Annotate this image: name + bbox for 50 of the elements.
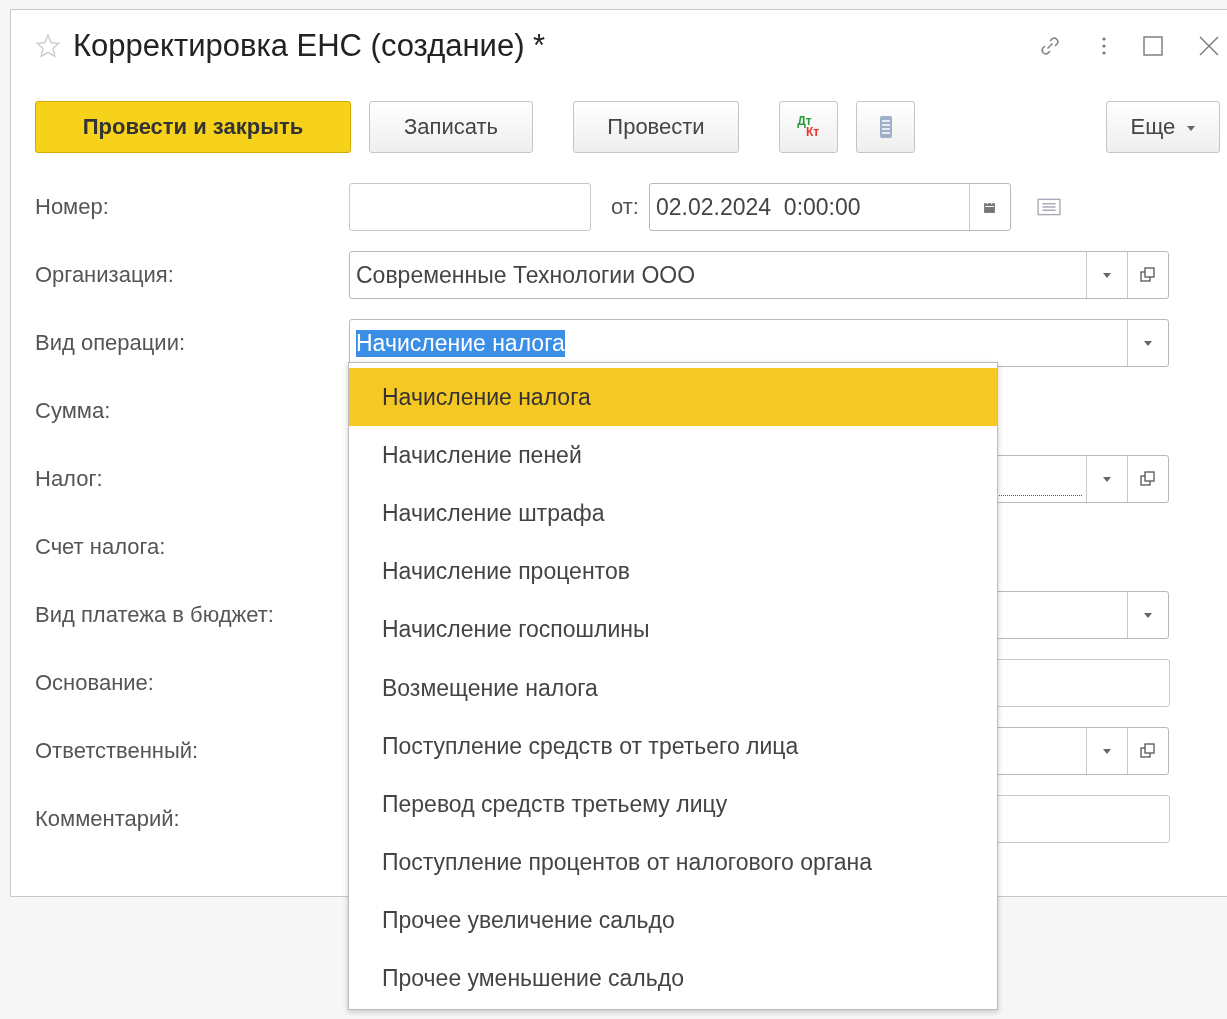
dropdown-option[interactable]: Начисление процентов <box>349 542 997 601</box>
field-label: Сумма: <box>35 398 112 424</box>
toolbar-button[interactable]: Провести <box>573 101 739 153</box>
open-icon <box>1140 471 1156 487</box>
open-icon <box>1140 743 1156 759</box>
more-button[interactable]: Еще <box>1106 101 1220 153</box>
window-title: Корректировка ЕНС (создание) * <box>73 28 546 64</box>
caret-icon <box>1144 340 1152 346</box>
toolbar-button[interactable]: Записать <box>369 101 533 153</box>
field-label: Комментарий: <box>35 806 181 832</box>
caret-icon <box>1103 272 1111 278</box>
report-button[interactable] <box>856 101 915 153</box>
number-field[interactable] <box>349 183 591 231</box>
field-value: Начисление налога <box>356 329 565 357</box>
field-label: Вид платежа в бюджет: <box>35 602 275 628</box>
dropdown-option[interactable]: Начисление госпошлины <box>349 600 997 659</box>
caret-icon <box>1187 125 1196 131</box>
dropdown-option[interactable]: Прочее уменьшение сальдо <box>349 949 997 1009</box>
calendar-icon <box>983 200 997 214</box>
open-icon <box>1140 267 1156 283</box>
field-label: Вид операции: <box>35 330 187 356</box>
dropdown-option[interactable]: Начисление пеней <box>349 426 997 485</box>
dropdown-option[interactable]: Перевод средств третьему лицу <box>349 775 997 834</box>
close-icon[interactable] <box>1199 36 1219 56</box>
field-label: Номер: <box>35 194 110 220</box>
date-label: от: <box>611 194 639 220</box>
maximize-icon[interactable] <box>1143 36 1163 56</box>
star-icon[interactable] <box>35 33 61 59</box>
dropdown-option[interactable]: Начисление налога <box>349 368 997 427</box>
field-label: Налог: <box>35 466 104 492</box>
field-label: Организация: <box>35 262 175 288</box>
select-field[interactable]: Современные Технологии ООО <box>349 251 1169 299</box>
dropdown-option[interactable]: Поступление процентов от налогового органа <box>349 833 997 892</box>
caret-icon <box>1103 476 1111 482</box>
dropdown-option[interactable]: Начисление штрафа <box>349 484 997 543</box>
dropdown-option[interactable]: Возмещение налога <box>349 658 997 718</box>
date-field[interactable]: 02.02.2024 0:00:00 <box>648 183 1011 231</box>
dropdown-option[interactable]: Поступление средств от третьего лица <box>349 717 997 776</box>
dropdown-option[interactable]: Прочее увеличение сальдо <box>349 891 997 950</box>
field-label: Счет налога: <box>35 534 167 560</box>
field-label: Ответственный: <box>35 738 200 764</box>
dt-kt-button[interactable]: Дт Кт <box>779 101 838 153</box>
caret-icon <box>1103 748 1111 754</box>
list-icon <box>878 115 893 139</box>
field-label: Основание: <box>35 670 155 696</box>
more-vertical-icon[interactable] <box>1101 36 1107 56</box>
comment-icon[interactable] <box>1036 198 1061 216</box>
caret-icon <box>1144 612 1152 618</box>
field-value: Современные Технологии ООО <box>356 261 696 289</box>
post-and-close-button[interactable]: Провести и закрыть <box>35 101 351 153</box>
